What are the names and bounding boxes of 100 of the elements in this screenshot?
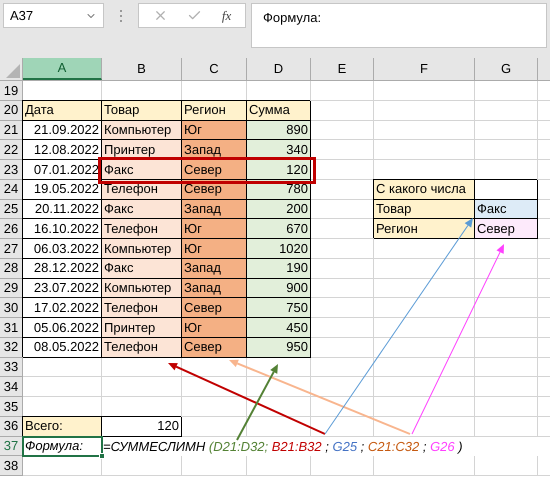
formula-bar-field[interactable]: Формула: xyxy=(251,3,547,48)
table-cell: Запад xyxy=(182,278,247,298)
row-header[interactable]: 31 xyxy=(0,318,23,338)
table-cell: Север xyxy=(475,219,538,239)
empty-cell xyxy=(247,416,311,436)
table-cell: Товар xyxy=(102,100,182,120)
empty-cell xyxy=(247,456,311,476)
row-header[interactable]: 29 xyxy=(0,278,23,298)
table-cell: 900 xyxy=(247,278,311,298)
column-header[interactable]: C xyxy=(182,58,247,80)
table-cell: Регион xyxy=(182,100,247,120)
table-cell: Товар xyxy=(374,200,475,220)
row-header[interactable]: 19 xyxy=(0,81,23,101)
row-header[interactable]: 26 xyxy=(0,219,23,239)
empty-cell xyxy=(475,278,538,298)
table-cell: Компьютер xyxy=(102,239,182,259)
empty-cell xyxy=(311,456,374,476)
table-cell: Юг xyxy=(182,120,247,140)
table-cell: Факс xyxy=(102,200,182,220)
column-header[interactable]: A xyxy=(23,58,102,80)
row-header[interactable]: 27 xyxy=(0,239,23,259)
row-header[interactable]: 33 xyxy=(0,358,23,378)
empty-cell xyxy=(475,81,538,101)
empty-cell xyxy=(475,456,538,476)
table-cell: Факс xyxy=(475,200,538,220)
table-cell: 120 xyxy=(247,160,311,180)
empty-cell xyxy=(311,358,374,378)
column-header[interactable]: D xyxy=(247,58,311,80)
empty-cell xyxy=(311,377,374,397)
table-cell: С какого числа xyxy=(374,180,475,200)
table-cell: Регион xyxy=(374,219,475,239)
row-header[interactable]: 28 xyxy=(0,258,23,278)
table-cell: 08.05.2022 xyxy=(23,338,102,358)
empty-cell xyxy=(475,318,538,338)
table-cell: Факс xyxy=(102,160,182,180)
table-cell: Дата xyxy=(23,100,102,120)
table-cell: Сумма xyxy=(247,100,311,120)
formula-text: =СУММЕСЛИМН (D21:D32; B21:B32 ; G25 ; C21:C32 ; G26 ) xyxy=(102,438,463,456)
table-cell: 23.07.2022 xyxy=(23,278,102,298)
table-cell: Телефон xyxy=(102,219,182,239)
table-cell: Компьютер xyxy=(102,120,182,140)
table-cell: Юг xyxy=(182,239,247,259)
table-cell: Юг xyxy=(182,219,247,239)
empty-cell xyxy=(475,100,538,120)
select-all-triangle-icon[interactable] xyxy=(6,64,20,78)
row-header[interactable]: 23 xyxy=(0,160,23,180)
table-cell: 120 xyxy=(102,416,182,436)
table-cell: Запад xyxy=(182,200,247,220)
column-header[interactable]: B xyxy=(102,58,182,80)
empty-cell xyxy=(311,397,374,417)
row-header[interactable]: 35 xyxy=(0,397,23,417)
row-header[interactable]: 22 xyxy=(0,140,23,160)
column-header[interactable]: F xyxy=(374,58,475,80)
row-header[interactable]: 30 xyxy=(0,298,23,318)
table-cell: 890 xyxy=(247,120,311,140)
empty-cell xyxy=(475,397,538,417)
row-header[interactable]: 32 xyxy=(0,338,23,358)
table-cell: 670 xyxy=(247,219,311,239)
empty-cell xyxy=(311,81,374,101)
table-cell: Компьютер xyxy=(102,278,182,298)
empty-cell xyxy=(247,377,311,397)
name-box[interactable]: A37 xyxy=(3,3,104,28)
empty-cell xyxy=(182,397,247,417)
empty-cell xyxy=(475,377,538,397)
table-cell: Формула: xyxy=(23,436,102,456)
row-header[interactable]: 20 xyxy=(0,100,23,120)
empty-cell xyxy=(475,120,538,140)
fill-handle-icon[interactable] xyxy=(99,453,105,460)
empty-cell xyxy=(247,397,311,417)
table-cell: 16.10.2022 xyxy=(23,219,102,239)
table-cell: 06.03.2022 xyxy=(23,239,102,259)
row-header[interactable]: 38 xyxy=(0,456,23,476)
row-header[interactable]: 24 xyxy=(0,180,23,200)
table-cell: 950 xyxy=(247,338,311,358)
table-cell: 17.02.2022 xyxy=(23,298,102,318)
insert-function-button[interactable]: fx xyxy=(222,6,232,26)
empty-cell xyxy=(475,358,538,378)
vertical-dots-icon xyxy=(119,10,123,22)
empty-cell xyxy=(182,377,247,397)
column-header[interactable]: G xyxy=(475,58,538,80)
table-cell: Север xyxy=(182,298,247,318)
row-header[interactable]: 36 xyxy=(0,416,23,436)
table-cell: Телефон xyxy=(102,338,182,358)
table-cell: 450 xyxy=(247,318,311,338)
row-header[interactable]: 25 xyxy=(0,200,23,220)
column-header[interactable]: E xyxy=(311,58,374,80)
table-cell: Всего: xyxy=(23,416,102,436)
empty-cell xyxy=(475,258,538,278)
table-cell: 19.05.2022 xyxy=(23,180,102,200)
table-cell: Телефон xyxy=(102,298,182,318)
table-cell: Север xyxy=(182,160,247,180)
row-header[interactable]: 37 xyxy=(0,436,23,456)
empty-cell xyxy=(475,416,538,436)
table-cell: 20.11.2022 xyxy=(23,200,102,220)
table-cell: Север xyxy=(182,338,247,358)
row-header[interactable]: 21 xyxy=(0,120,23,140)
row-header[interactable]: 34 xyxy=(0,377,23,397)
table-cell: 05.06.2022 xyxy=(23,318,102,338)
table-cell: Принтер xyxy=(102,318,182,338)
empty-cell xyxy=(182,456,247,476)
